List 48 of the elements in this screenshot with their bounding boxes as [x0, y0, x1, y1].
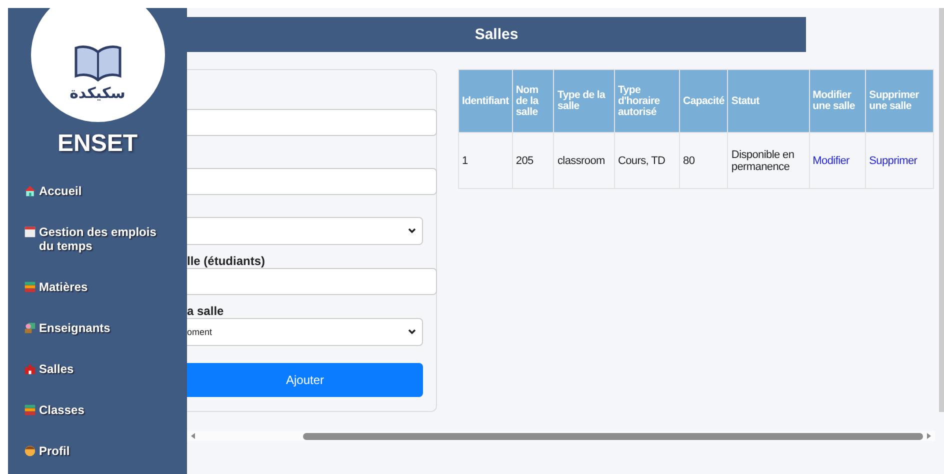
book-icon — [72, 44, 122, 82]
field-label: a salle — [187, 305, 225, 318]
table-cell: 205 — [512, 132, 554, 188]
table-cell: 80 — [680, 132, 728, 188]
scroll-right-icon[interactable] — [927, 433, 931, 439]
horizontal-scrollbar[interactable] — [187, 431, 935, 441]
action-link[interactable]: Modifier — [809, 132, 866, 188]
chevron-icon — [408, 228, 416, 234]
school-icon — [24, 363, 36, 375]
input-field[interactable] — [187, 109, 437, 136]
select-field[interactable] — [187, 217, 423, 245]
nav-link[interactable]: Enseignants — [39, 321, 110, 335]
column-header: Capacité — [680, 70, 728, 132]
column-header: Nom de la salle — [512, 70, 554, 132]
logo-caption: سكيكدة — [70, 84, 126, 102]
house-icon — [24, 185, 36, 197]
table-cell: Disponible en permanence — [728, 132, 810, 188]
chevron-icon — [408, 329, 416, 335]
column-header: Statut — [728, 70, 810, 132]
nav-link[interactable]: Classes — [39, 403, 84, 417]
books-icon — [24, 404, 36, 416]
nav-link[interactable]: Profil — [39, 444, 70, 458]
nav-link[interactable]: Salles — [39, 362, 74, 376]
nav-link[interactable]: Matières — [39, 280, 88, 294]
teacher-icon — [24, 322, 36, 334]
action-link[interactable]: Supprimer — [866, 132, 934, 188]
add-button[interactable]: Ajouter — [187, 363, 423, 397]
brand-name: ENSET — [56, 130, 138, 158]
table-cell: classroom — [554, 132, 614, 188]
scroll-left-icon[interactable] — [191, 433, 195, 439]
column-header: Modifier une salle — [809, 70, 866, 132]
column-header: Supprimer une salle — [866, 70, 934, 132]
table-cell: Cours, TD — [614, 132, 680, 188]
column-header: Type d'horaire autorisé — [614, 70, 680, 132]
person-icon — [24, 445, 36, 457]
calendar-icon — [24, 226, 36, 238]
books-icon — [24, 281, 36, 293]
select-field[interactable]: oment — [187, 318, 423, 346]
table-cell: 1 — [458, 132, 512, 188]
vertical-scrollbar[interactable] — [939, 8, 944, 412]
nav-link[interactable]: Gestion des emplois du temps — [39, 225, 174, 253]
nav-link[interactable]: Accueil — [39, 184, 82, 198]
input-field[interactable] — [187, 268, 437, 295]
page-title: Salles — [187, 17, 806, 52]
input-field[interactable] — [187, 168, 437, 195]
column-header: Type de la salle — [554, 70, 614, 132]
column-header: Identifiant — [458, 70, 512, 132]
field-label: lle (étudiants) — [187, 255, 266, 268]
